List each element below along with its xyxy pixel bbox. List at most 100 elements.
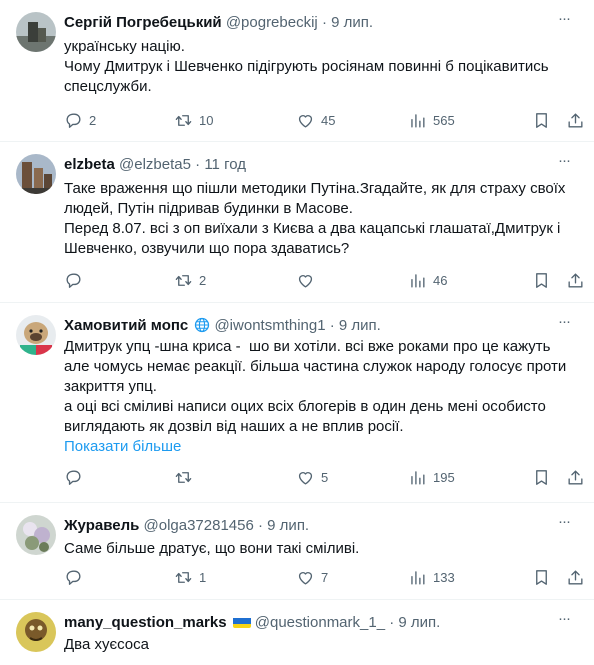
post-header: Сергій Погребецький @pogrebeckij · 9 лип… — [64, 13, 373, 33]
views-button[interactable]: 46 — [408, 270, 447, 290]
avatar[interactable] — [16, 315, 56, 355]
repost-count: 10 — [199, 112, 214, 128]
action-bar: 2 46 — [64, 270, 584, 290]
avatar[interactable] — [16, 612, 56, 652]
author-handle[interactable]: @questionmark_1_ — [255, 614, 385, 631]
avatar[interactable] — [16, 12, 56, 52]
views-icon — [411, 113, 425, 128]
reply-icon — [66, 272, 81, 288]
heart-icon — [298, 274, 313, 288]
bookmark-icon — [536, 569, 547, 585]
author-handle[interactable]: @olga37281456 — [144, 517, 254, 534]
action-bar: 2 10 45 565 — [64, 110, 584, 130]
reply-button[interactable] — [64, 567, 89, 587]
share-button[interactable] — [566, 567, 585, 587]
reply-icon — [66, 569, 81, 585]
views-count: 46 — [433, 272, 448, 288]
repost-button[interactable] — [174, 467, 199, 487]
post-time[interactable]: 9 лип. — [331, 14, 373, 31]
like-button[interactable] — [296, 270, 321, 290]
bookmark-button[interactable] — [532, 467, 551, 487]
action-bar: 1 7 133 — [64, 567, 584, 587]
bookmark-button[interactable] — [532, 567, 551, 587]
post-text: Два хуєсоса — [64, 636, 149, 653]
more-icon[interactable]: ··· — [554, 314, 574, 335]
post-text: Таке враження що пішли методики Путіна.З… — [64, 180, 566, 257]
reply-count: 2 — [89, 112, 97, 128]
heart-icon — [298, 471, 313, 485]
post-time[interactable]: 9 лип. — [339, 317, 381, 334]
more-icon[interactable]: ··· — [554, 611, 574, 632]
reply-button[interactable]: 2 — [64, 110, 96, 130]
repost-icon — [175, 471, 192, 483]
views-button[interactable]: 195 — [408, 467, 455, 487]
post-header: many_question_marks @questionmark_1_ · 9… — [64, 613, 440, 633]
repost-button[interactable]: 1 — [174, 567, 206, 587]
reply-button[interactable] — [64, 270, 89, 290]
like-button[interactable]: 5 — [296, 467, 328, 487]
show-more-link[interactable]: Показати більше — [64, 437, 576, 457]
views-count: 195 — [433, 469, 455, 485]
share-button[interactable] — [566, 270, 585, 290]
post-time[interactable]: 9 лип. — [398, 614, 440, 631]
like-button[interactable]: 45 — [296, 110, 335, 130]
reply-post[interactable]: Сергій Погребецький @pogrebeckij · 9 лип… — [0, 0, 594, 142]
repost-icon — [175, 274, 192, 286]
author-handle[interactable]: @elzbeta5 — [119, 156, 191, 173]
repost-button[interactable]: 10 — [174, 110, 213, 130]
reply-icon — [66, 112, 81, 128]
views-count: 565 — [433, 112, 455, 128]
separator-dot: · — [195, 156, 201, 173]
heart-icon — [298, 114, 313, 128]
author-name[interactable]: Журавель — [64, 517, 139, 534]
avatar[interactable] — [16, 154, 56, 194]
separator-dot: · — [389, 614, 395, 631]
views-button[interactable]: 565 — [408, 110, 455, 130]
share-button[interactable] — [566, 110, 585, 130]
heart-icon — [298, 571, 313, 585]
views-button[interactable]: 133 — [408, 567, 455, 587]
bookmark-icon — [536, 272, 547, 288]
author-handle[interactable]: @pogrebeckij — [226, 14, 318, 31]
bookmark-button[interactable] — [532, 110, 551, 130]
reply-post[interactable]: elzbeta @elzbeta5 · 11 год ··· Таке враж… — [0, 142, 594, 303]
like-button[interactable]: 7 — [296, 567, 328, 587]
separator-dot: · — [258, 517, 263, 534]
reply-button[interactable] — [64, 467, 89, 487]
author-name[interactable]: Хамовитий мопс — [64, 317, 188, 334]
share-button[interactable] — [566, 467, 585, 487]
post-text: Саме більше дратує, що вони такі сміливі… — [64, 540, 360, 557]
share-icon — [568, 112, 583, 128]
like-count: 45 — [321, 112, 336, 128]
reply-feed: Сергій Погребецький @pogrebeckij · 9 лип… — [0, 0, 594, 665]
post-header: elzbeta @elzbeta5 · 11 год — [64, 155, 246, 175]
action-bar: 5 195 — [64, 467, 584, 487]
reply-post[interactable]: many_question_marks @questionmark_1_ · 9… — [0, 600, 594, 665]
reply-post[interactable]: Журавель @olga37281456 · 9 лип. ··· Саме… — [0, 503, 594, 600]
globe-icon — [195, 317, 210, 333]
author-handle[interactable]: @iwontsmthing1 — [214, 317, 325, 334]
repost-button[interactable]: 2 — [174, 270, 206, 290]
author-name[interactable]: many_question_marks — [64, 614, 227, 631]
more-icon[interactable]: ··· — [554, 153, 574, 174]
separator-dot: · — [321, 14, 327, 31]
views-icon — [411, 570, 425, 585]
reply-icon — [66, 469, 81, 485]
views-icon — [411, 470, 425, 485]
repost-icon — [175, 114, 192, 126]
like-count: 5 — [321, 469, 329, 485]
more-icon[interactable]: ··· — [554, 11, 574, 32]
author-name[interactable]: elzbeta — [64, 156, 115, 173]
post-text: Дмитрук упц -шна криса - шо ви хотіли. в… — [64, 337, 576, 457]
bookmark-button[interactable] — [532, 270, 551, 290]
post-header: Хамовитий мопс @iwontsmthing1 · 9 лип. — [64, 316, 381, 336]
repost-count: 2 — [199, 272, 207, 288]
avatar[interactable] — [16, 515, 56, 555]
ukraine-flag-icon — [232, 616, 251, 628]
post-time[interactable]: 9 лип. — [267, 517, 309, 534]
bookmark-icon — [536, 469, 547, 485]
more-icon[interactable]: ··· — [554, 514, 574, 535]
author-name[interactable]: Сергій Погребецький — [64, 14, 222, 31]
reply-post[interactable]: Хамовитий мопс @iwontsmthing1 · 9 лип. ·… — [0, 303, 594, 503]
post-time[interactable]: 11 год — [204, 156, 246, 173]
